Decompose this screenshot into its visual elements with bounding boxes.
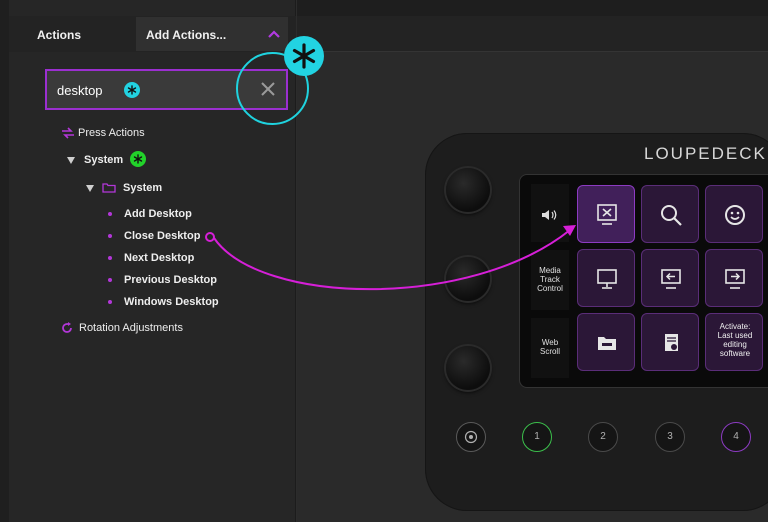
- key-label: Activate: Last used editing software: [717, 322, 753, 358]
- list-bullet: [108, 278, 112, 282]
- key-file-explorer[interactable]: [577, 313, 635, 371]
- add-actions-label: Add Actions...: [146, 28, 227, 42]
- window-edge: [0, 0, 9, 522]
- chevron-up-icon: [268, 30, 280, 38]
- key-show-desktop[interactable]: [577, 249, 635, 307]
- dial-knob-1[interactable]: [446, 168, 490, 212]
- bottom-button-home[interactable]: [456, 422, 486, 452]
- previous-desktop-icon: [661, 269, 681, 289]
- folder-icon: [598, 337, 616, 350]
- press-actions-icon: [62, 127, 74, 139]
- list-bullet: [108, 256, 112, 260]
- tree-item-system-group[interactable]: System: [84, 154, 123, 166]
- list-bullet: [108, 212, 112, 216]
- top-bar: [297, 0, 768, 16]
- search-input-value: desktop: [57, 83, 103, 98]
- asterisk-marker-icon: [130, 151, 146, 167]
- key-next-desktop[interactable]: [705, 249, 763, 307]
- tree-item-next-desktop[interactable]: Next Desktop: [124, 252, 194, 264]
- monitor-icon: [597, 269, 617, 289]
- asterisk-marker-icon: [124, 82, 140, 98]
- tree-item-add-desktop[interactable]: Add Desktop: [124, 208, 192, 220]
- search-icon: [661, 205, 682, 226]
- key-activate-last-used-editing-software[interactable]: Activate: Last used editing software: [705, 313, 763, 371]
- caret-down-icon[interactable]: [67, 157, 75, 164]
- tree-item-rotation-adjustments[interactable]: Rotation Adjustments: [79, 322, 183, 334]
- tree-item-previous-desktop[interactable]: Previous Desktop: [124, 274, 217, 286]
- folder-icon: [102, 183, 116, 193]
- key-previous-desktop[interactable]: [641, 249, 699, 307]
- bottom-button-2[interactable]: 2: [588, 422, 618, 452]
- dial-knob-2[interactable]: [446, 257, 490, 301]
- next-desktop-icon: [725, 269, 745, 289]
- notes-icon: [665, 334, 678, 351]
- close-desktop-icon: [597, 204, 617, 225]
- tree-item-windows-desktop[interactable]: Windows Desktop: [124, 296, 219, 308]
- bottom-button-1[interactable]: 1: [522, 422, 552, 452]
- list-bullet: [108, 300, 112, 304]
- device-header-bar: [297, 16, 768, 52]
- left-strip-web-scroll[interactable]: Web Scroll: [531, 318, 569, 378]
- caret-down-icon[interactable]: [86, 185, 94, 192]
- tab-actions[interactable]: Actions: [37, 28, 81, 42]
- asterisk-marker-icon: [284, 36, 324, 76]
- left-strip-media-track-control[interactable]: Media Track Control: [531, 250, 569, 310]
- dial-knob-3[interactable]: [446, 346, 490, 390]
- speaker-icon: [542, 210, 557, 220]
- add-actions-dropdown[interactable]: Add Actions...: [136, 17, 288, 51]
- key-emoji[interactable]: [705, 185, 763, 243]
- bottom-button-3[interactable]: 3: [655, 422, 685, 452]
- bottom-button-4[interactable]: 4: [721, 422, 751, 452]
- rotation-icon: [62, 322, 72, 333]
- key-close-desktop[interactable]: [577, 185, 635, 243]
- circle-dot-icon: [464, 430, 478, 444]
- smiley-icon: [725, 205, 745, 225]
- key-notes[interactable]: [641, 313, 699, 371]
- list-bullet: [108, 234, 112, 238]
- brand-logo: LOUPEDECK: [644, 144, 767, 163]
- tree-item-press-actions[interactable]: Press Actions: [78, 127, 145, 139]
- tree-item-system-folder[interactable]: System: [123, 182, 162, 194]
- tree-item-close-desktop[interactable]: Close Desktop: [124, 230, 200, 242]
- key-search[interactable]: [641, 185, 699, 243]
